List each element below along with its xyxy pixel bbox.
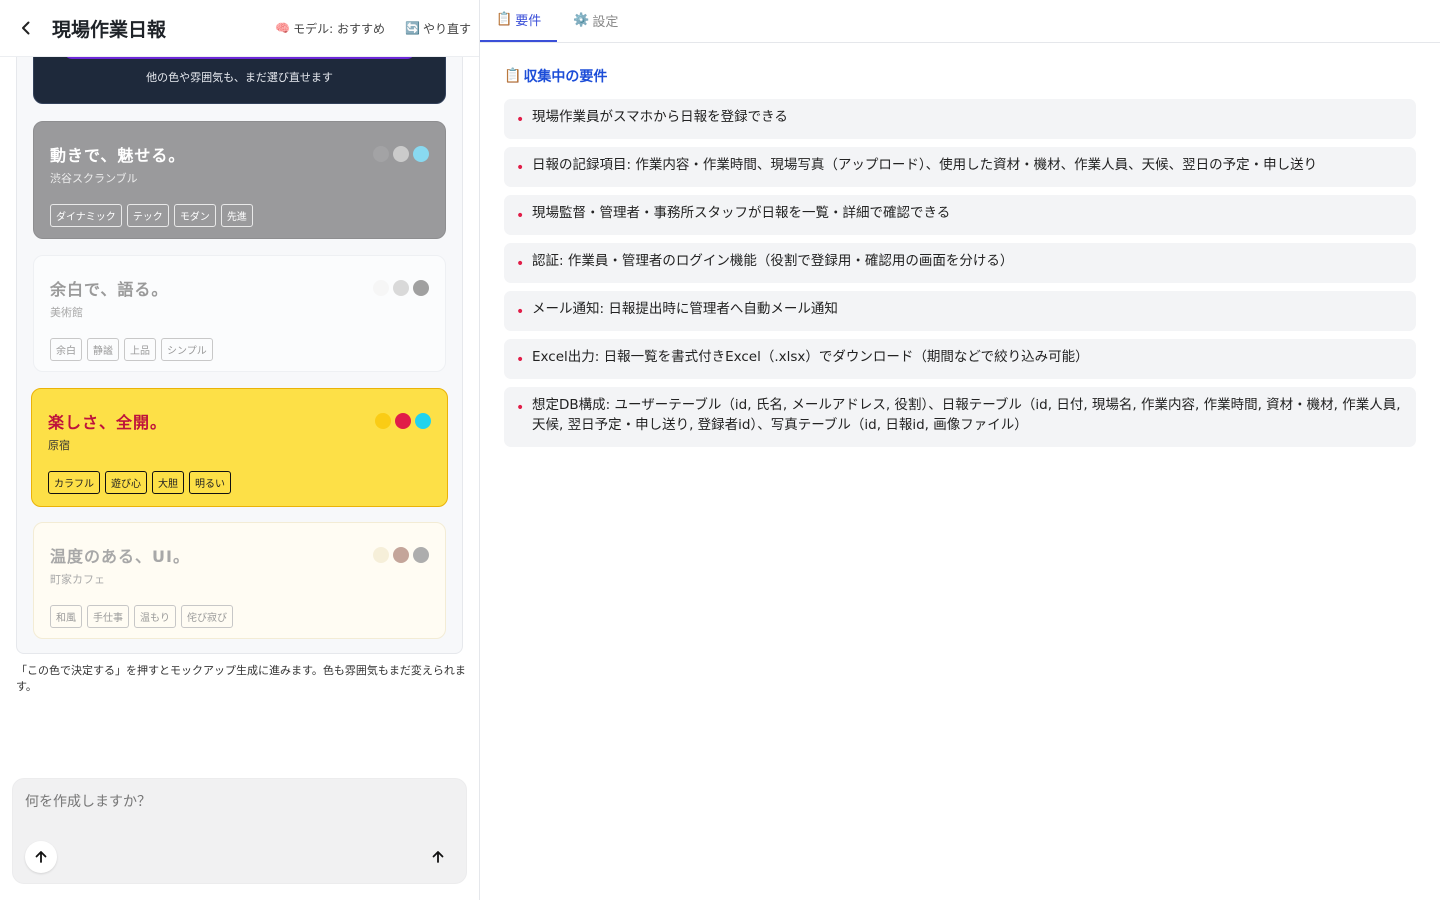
theme-card-subtitle: 町家カフェ (50, 573, 105, 586)
retry-label: やり直す (422, 21, 471, 36)
tab-requirements[interactable]: 📋 要件 (480, 0, 558, 42)
color-swatch (395, 413, 411, 429)
theme-tag: 大胆 (152, 471, 184, 494)
chevron-left-icon (22, 21, 30, 35)
color-swatch (413, 547, 429, 563)
color-swatch (393, 280, 409, 296)
details-pane: 📋 要件 ⚙️ 設定 📋 収集中の要件 現場作業員がスマホから日報を登録できる … (480, 0, 1440, 900)
theme-tags: ダイナミック テック モダン 先進 (50, 204, 429, 227)
theme-tag: 静謐 (87, 338, 119, 361)
model-selector-button[interactable]: 🧠 モデル: おすすめ (275, 20, 385, 37)
color-swatch (373, 146, 389, 162)
color-swatches (373, 547, 429, 563)
requirements-title: 収集中の要件 (523, 69, 608, 85)
theme-tag: 和風 (50, 605, 82, 628)
clipboard-icon: 📋 (504, 68, 522, 84)
clipboard-icon: 📋 (496, 12, 513, 27)
chat-scroll-area[interactable]: 他の色や雰囲気も、まだ選び直せます 動きで、魅せる。 渋谷スクランブル ダイナミ… (0, 57, 480, 761)
color-swatch (415, 413, 431, 429)
theme-tag: 上品 (124, 338, 156, 361)
requirement-item: 認証: 作業員・管理者のログイン機能（役割で登録用・確認用の画面を分ける） (504, 243, 1416, 283)
refresh-icon: 🔄 (405, 21, 420, 35)
color-swatch (413, 280, 429, 296)
theme-tag: 余白 (50, 338, 82, 361)
color-swatches (373, 146, 429, 162)
theme-tags: 和風 手仕事 温もり 侘び寂び (50, 605, 429, 628)
app-root: 現場作業日報 🧠 モデル: おすすめ 🔄 やり直す 他の色や雰囲気も、まだ選び直… (0, 0, 1440, 900)
send-button[interactable] (422, 841, 454, 873)
theme-card-subtitle: 渋谷スクランブル (50, 172, 138, 185)
requirements-heading: 📋 収集中の要件 (504, 66, 607, 86)
color-swatch (393, 547, 409, 563)
arrow-up-icon (35, 851, 47, 863)
theme-tag: 侘び寂び (181, 605, 233, 628)
theme-tag: 明るい (189, 471, 231, 494)
theme-card-subtitle: 美術館 (50, 306, 83, 319)
dark-card-note: 他の色や雰囲気も、まだ選び直せます (146, 71, 333, 84)
model-label: モデル: おすすめ (293, 21, 386, 36)
chat-composer: 何を作成しますか？ (12, 778, 467, 884)
arrow-up-icon (432, 851, 444, 863)
requirement-item: 現場監督・管理者・事務所スタッフが日報を一覧・詳細で確認できる (504, 195, 1416, 235)
theme-card-shibuya[interactable]: 動きで、魅せる。 渋谷スクランブル ダイナミック テック モダン 先進 (33, 121, 446, 239)
retry-button[interactable]: 🔄 やり直す (405, 20, 471, 37)
theme-tag: ダイナミック (50, 204, 122, 227)
theme-tag: シンプル (161, 338, 213, 361)
chat-pane: 現場作業日報 🧠 モデル: おすすめ 🔄 やり直す 他の色や雰囲気も、まだ選び直… (0, 0, 480, 900)
theme-tag: テック (126, 204, 169, 227)
color-swatch (375, 413, 391, 429)
back-button[interactable] (14, 16, 38, 40)
theme-tag: カラフル (48, 471, 100, 494)
color-swatch (373, 280, 389, 296)
color-swatches (375, 413, 431, 429)
theme-tag: 手仕事 (87, 605, 129, 628)
color-swatch (393, 146, 409, 162)
theme-card-subtitle: 原宿 (48, 439, 70, 452)
theme-tag: 遊び心 (105, 471, 147, 494)
theme-card-museum[interactable]: 余白で、語る。 美術館 余白 静謐 上品 シンプル (33, 255, 446, 372)
help-text: 「この色で決定する」を押すとモックアップ生成に進みます。色も雰囲気もまだ変えられ… (16, 664, 466, 693)
color-swatch (373, 547, 389, 563)
tab-bar: 📋 要件 ⚙️ 設定 (480, 0, 1440, 43)
color-swatch (413, 146, 429, 162)
theme-tag: モダン (173, 204, 216, 227)
requirement-item: 日報の記録項目: 作業内容・作業時間、現場写真（アップロード）、使用した資材・機… (504, 147, 1416, 187)
brain-icon: 🧠 (275, 21, 291, 35)
chat-header: 現場作業日報 🧠 モデル: おすすめ 🔄 やり直す (0, 0, 479, 57)
theme-card-list: 他の色や雰囲気も、まだ選び直せます 動きで、魅せる。 渋谷スクランブル ダイナミ… (16, 57, 463, 654)
requirement-item: Excel出力: 日報一覧を書式付きExcel（.xlsx）でダウンロード（期間… (504, 339, 1416, 379)
tab-settings[interactable]: ⚙️ 設定 (557, 0, 634, 42)
tab-label: 要件 (515, 14, 542, 29)
theme-card-selected-dark[interactable]: 他の色や雰囲気も、まだ選び直せます (33, 57, 446, 104)
requirement-item: 想定DB構成: ユーザーテーブル（id, 氏名, メールアドレス, 役割）、日報… (504, 387, 1416, 447)
theme-tag: 温もり (134, 605, 176, 628)
theme-tag: 先進 (220, 204, 253, 227)
theme-tags: カラフル 遊び心 大胆 明るい (48, 471, 431, 494)
requirement-item: 現場作業員がスマホから日報を登録できる (504, 99, 1416, 139)
color-swatches (373, 280, 429, 296)
project-title: 現場作業日報 (52, 18, 167, 41)
theme-card-title: 楽しさ、全開。 (48, 413, 168, 432)
prompt-input[interactable]: 何を作成しますか？ (25, 791, 151, 811)
requirements-list: 現場作業員がスマホから日報を登録できる 日報の記録項目: 作業内容・作業時間、現… (504, 99, 1416, 455)
theme-card-cafe[interactable]: 温度のある、UI。 町家カフェ 和風 手仕事 温もり 侘び寂び (33, 522, 446, 639)
theme-tags: 余白 静謐 上品 シンプル (50, 338, 429, 361)
confirm-button-edge (64, 57, 415, 59)
gear-icon: ⚙️ (573, 13, 590, 28)
tab-label: 設定 (592, 15, 619, 30)
requirement-item: メール通知: 日報提出時に管理者へ自動メール通知 (504, 291, 1416, 331)
theme-card-harajuku[interactable]: 楽しさ、全開。 原宿 カラフル 遊び心 大胆 明るい (31, 388, 448, 507)
attach-button[interactable] (25, 841, 57, 873)
